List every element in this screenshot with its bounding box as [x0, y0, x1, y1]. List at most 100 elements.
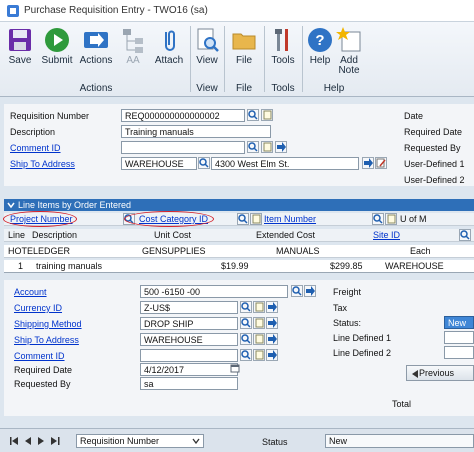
detail-ship-to-note-button[interactable]	[253, 333, 265, 345]
comment-id-link[interactable]: Comment ID	[10, 143, 61, 153]
view-button[interactable]: View	[193, 26, 221, 82]
currency-lookup-button[interactable]	[240, 301, 252, 313]
description-label: Description	[10, 127, 56, 137]
col-site-id[interactable]: Site ID	[373, 230, 400, 240]
folder-icon	[232, 33, 256, 50]
required-date-field[interactable]: 4/12/2017	[140, 363, 238, 376]
arrow-right-icon	[268, 334, 277, 344]
user-defined-2-label: User-Defined 2	[404, 175, 465, 185]
ship-to-address-link[interactable]: Ship To Address	[10, 159, 75, 169]
item-note-button[interactable]	[250, 213, 262, 225]
site-lookup-button[interactable]	[459, 229, 471, 241]
currency-expand-button[interactable]	[266, 301, 278, 313]
freight-label: Freight	[333, 287, 362, 297]
magnifier-icon	[241, 350, 251, 360]
account-field[interactable]: 500 -6150 -00	[140, 285, 288, 298]
previous-record-icon[interactable]	[25, 437, 32, 445]
detail-ship-to-link[interactable]: Ship To Address	[14, 335, 79, 345]
highlight-oval-cost-category	[124, 211, 214, 227]
col-unit-cost: Unit Cost	[154, 230, 192, 240]
account-lookup-button[interactable]	[291, 285, 303, 297]
aa-button[interactable]: AA	[118, 26, 148, 82]
comment-note-button[interactable]	[261, 141, 273, 153]
attach-button[interactable]: Attach	[152, 26, 186, 82]
line-defined-2-field[interactable]	[444, 346, 474, 359]
help-button[interactable]: ? Help	[306, 26, 334, 82]
ship-to-edit-button[interactable]	[375, 157, 387, 169]
comment-id-field[interactable]	[121, 141, 245, 154]
shipping-method-link[interactable]: Shipping Method	[14, 319, 82, 329]
shipping-note-button[interactable]	[253, 317, 265, 329]
previous-button[interactable]: Previous	[406, 365, 474, 381]
arrow-right-icon	[268, 318, 277, 328]
description-field[interactable]: Training manuals	[121, 125, 271, 138]
table-row[interactable]: HOTELEDGER GENSUPPLIES MANUALS Each	[4, 245, 474, 258]
group-tools-label: Tools	[271, 83, 295, 94]
column-header-row-2: Line Description Unit Cost Extended Cost…	[4, 229, 474, 242]
add-note-button[interactable]: Add Note	[336, 26, 362, 82]
shipping-method-field[interactable]: DROP SHIP	[140, 317, 238, 330]
shipping-lookup-button[interactable]	[240, 317, 252, 329]
sort-by-select[interactable]: Requisition Number	[76, 434, 204, 448]
actions-button[interactable]: Actions	[78, 26, 114, 82]
lookup-button[interactable]	[247, 109, 259, 121]
paperclip-icon	[165, 30, 175, 51]
uom-lookup-button[interactable]	[372, 213, 384, 225]
requisition-number-label: Requisition Number	[10, 111, 90, 121]
detail-comment-expand-button[interactable]	[266, 349, 278, 361]
detail-comment-note-button[interactable]	[253, 349, 265, 361]
line-defined-1-field[interactable]	[444, 331, 474, 344]
comment-lookup-button[interactable]	[247, 141, 259, 153]
col-item-number[interactable]: Item Number	[264, 214, 316, 224]
magnifier-icon	[241, 302, 251, 312]
account-expand-button[interactable]	[304, 285, 316, 297]
submit-button[interactable]: Submit	[40, 26, 74, 82]
requisition-number-field[interactable]: REQ000000000000002	[121, 109, 245, 122]
note-icon	[252, 214, 261, 224]
note-button[interactable]	[261, 109, 273, 121]
uom-note-button[interactable]	[385, 213, 397, 225]
table-row[interactable]: 1 training manuals $19.99 $299.85 WAREHO…	[4, 260, 474, 273]
magnifier-icon	[248, 110, 258, 120]
detail-comment-id-link[interactable]: Comment ID	[14, 351, 65, 361]
file-button[interactable]: File	[229, 26, 259, 82]
shipping-expand-button[interactable]	[266, 317, 278, 329]
currency-note-button[interactable]	[253, 301, 265, 313]
document-magnifier-icon	[197, 28, 219, 52]
cost-category-lookup-button[interactable]	[237, 213, 249, 225]
line-defined-1-label: Line Defined 1	[333, 333, 392, 343]
detail-panel	[4, 280, 474, 416]
save-button[interactable]: Save	[5, 26, 35, 82]
account-link[interactable]: Account	[14, 287, 47, 297]
detail-comment-lookup-button[interactable]	[240, 349, 252, 361]
ship-to-address-field[interactable]: 4300 West Elm St.	[211, 157, 359, 170]
row-description: training manuals	[36, 261, 103, 271]
arrow-right-icon	[306, 286, 315, 296]
ship-to-lookup-button[interactable]	[198, 157, 210, 169]
status-field[interactable]: New	[444, 316, 474, 329]
requested-by-field[interactable]: sa	[140, 377, 238, 390]
detail-ship-to-field[interactable]: WAREHOUSE	[140, 333, 238, 346]
calendar-button[interactable]	[230, 363, 242, 375]
last-record-icon[interactable]	[51, 437, 60, 445]
line-items-bar: Line Items by Order Entered	[4, 199, 474, 211]
group-view-label: View	[196, 83, 218, 94]
chevron-down-icon[interactable]	[7, 201, 15, 209]
ribbon-separator	[224, 26, 225, 92]
detail-ship-to-expand-button[interactable]	[266, 333, 278, 345]
detail-comment-id-field[interactable]	[140, 349, 238, 362]
comment-expand-button[interactable]	[275, 141, 287, 153]
ribbon-toolbar: Save Submit Actions AA Attach View File …	[0, 22, 474, 97]
tools-button[interactable]: Tools	[268, 26, 298, 82]
row-unit-cost: $19.99	[221, 261, 249, 271]
currency-id-link[interactable]: Currency ID	[14, 303, 62, 313]
currency-id-field[interactable]: Z-US$	[140, 301, 238, 314]
ship-to-expand-button[interactable]	[362, 157, 374, 169]
detail-ship-to-lookup-button[interactable]	[240, 333, 252, 345]
next-record-icon[interactable]	[38, 437, 45, 445]
ship-to-code-field[interactable]: WAREHOUSE	[121, 157, 197, 170]
window-title: Purchase Requisition Entry - TWO16 (sa)	[24, 5, 208, 16]
calendar-icon	[230, 364, 240, 373]
chevron-down-icon	[192, 438, 200, 444]
first-record-icon[interactable]	[10, 437, 19, 445]
